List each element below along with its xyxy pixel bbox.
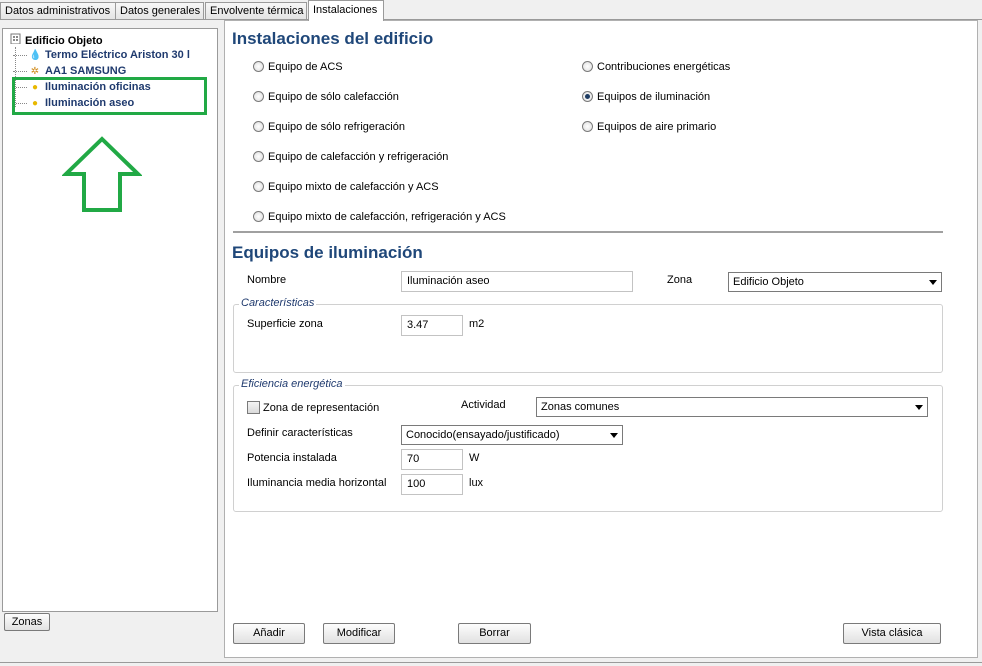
definir-select[interactable]: Conocido(ensayado/justificado)	[401, 425, 623, 445]
eficiencia-title: Eficiencia energética	[239, 378, 345, 390]
tree-item-label: AA1 SAMSUNG	[45, 65, 127, 77]
radio-equipos-iluminacion[interactable]: Equipos de iluminación	[582, 89, 710, 105]
water-drop-icon: 💧	[29, 50, 42, 61]
tree-root[interactable]: Edificio Objeto	[9, 33, 103, 47]
definir-label: Definir características	[247, 427, 353, 439]
superficie-unit: m2	[469, 318, 485, 330]
add-button[interactable]: Añadir	[233, 623, 305, 644]
radio-equipos-aire-primario[interactable]: Equipos de aire primario	[582, 119, 716, 135]
chevron-down-icon	[915, 405, 923, 410]
nombre-label: Nombre	[247, 274, 287, 286]
radio-solo-calefaccion[interactable]: Equipo de sólo calefacción	[253, 89, 399, 105]
section-title-iluminacion: Equipos de iluminación	[232, 243, 423, 262]
section-separator	[233, 231, 943, 233]
tree-item-termo[interactable]: 💧 Termo Eléctrico Ariston 30 l	[13, 49, 190, 65]
potencia-field[interactable]: 70	[401, 449, 463, 470]
chevron-down-icon	[610, 433, 618, 438]
zonas-button[interactable]: Zonas	[4, 613, 50, 631]
iluminancia-field[interactable]: 100	[401, 474, 463, 495]
superficie-field[interactable]: 3.47	[401, 315, 463, 336]
tab-bar: Datos administrativos Datos generales En…	[0, 0, 982, 21]
modify-button[interactable]: Modificar	[323, 623, 395, 644]
section-title-instalaciones: Instalaciones del edificio	[232, 29, 434, 48]
superficie-label: Superficie zona	[247, 318, 323, 330]
radio-contribuciones-energeticas[interactable]: Contribuciones energéticas	[582, 59, 730, 75]
hvac-icon: ✲	[30, 66, 40, 77]
zona-representacion-label: Zona de representación	[263, 402, 380, 414]
tab-instalaciones[interactable]: Instalaciones	[308, 0, 384, 21]
radio-mixto-calefaccion-acs[interactable]: Equipo mixto de calefacción y ACS	[253, 179, 439, 195]
main-panel: Instalaciones del edificio Equipo de ACS…	[224, 20, 978, 658]
zona-label: Zona	[667, 274, 693, 286]
tree-root-label: Edificio Objeto	[25, 35, 103, 47]
highlight-box	[12, 77, 207, 115]
classic-view-button[interactable]: Vista clásica	[843, 623, 941, 644]
zona-representacion-checkbox[interactable]	[247, 401, 260, 414]
nombre-field[interactable]: Iluminación aseo	[401, 271, 633, 292]
chevron-down-icon	[929, 280, 937, 285]
up-arrow-icon	[62, 136, 142, 212]
tab-envolvente-termica[interactable]: Envolvente térmica	[205, 2, 307, 20]
zona-select[interactable]: Edificio Objeto	[728, 272, 942, 292]
tree-item-label: Termo Eléctrico Ariston 30 l	[45, 49, 190, 61]
potencia-unit: W	[469, 452, 480, 464]
tab-datos-generales[interactable]: Datos generales	[115, 2, 204, 20]
iluminancia-label: Iluminancia media horizontal	[247, 477, 387, 489]
building-icon	[9, 33, 21, 47]
bottom-border	[0, 662, 982, 663]
radio-calefaccion-refrigeracion[interactable]: Equipo de calefacción y refrigeración	[253, 149, 448, 165]
caracteristicas-group	[233, 304, 943, 373]
actividad-select[interactable]: Zonas comunes	[536, 397, 928, 417]
radio-equipo-acs[interactable]: Equipo de ACS	[253, 59, 343, 75]
potencia-label: Potencia instalada	[247, 452, 337, 464]
caracteristicas-title: Características	[239, 297, 317, 309]
tab-datos-administrativos[interactable]: Datos administrativos	[0, 2, 116, 20]
iluminancia-unit: lux	[469, 477, 484, 489]
installations-tree[interactable]: Edificio Objeto 💧 Termo Eléctrico Ariston…	[2, 28, 218, 612]
radio-solo-refrigeracion[interactable]: Equipo de sólo refrigeración	[253, 119, 405, 135]
actividad-label: Actividad	[461, 399, 506, 411]
delete-button[interactable]: Borrar	[458, 623, 531, 644]
radio-mixto-calefaccion-refrigeracion-acs[interactable]: Equipo mixto de calefacción, refrigeraci…	[253, 209, 506, 225]
